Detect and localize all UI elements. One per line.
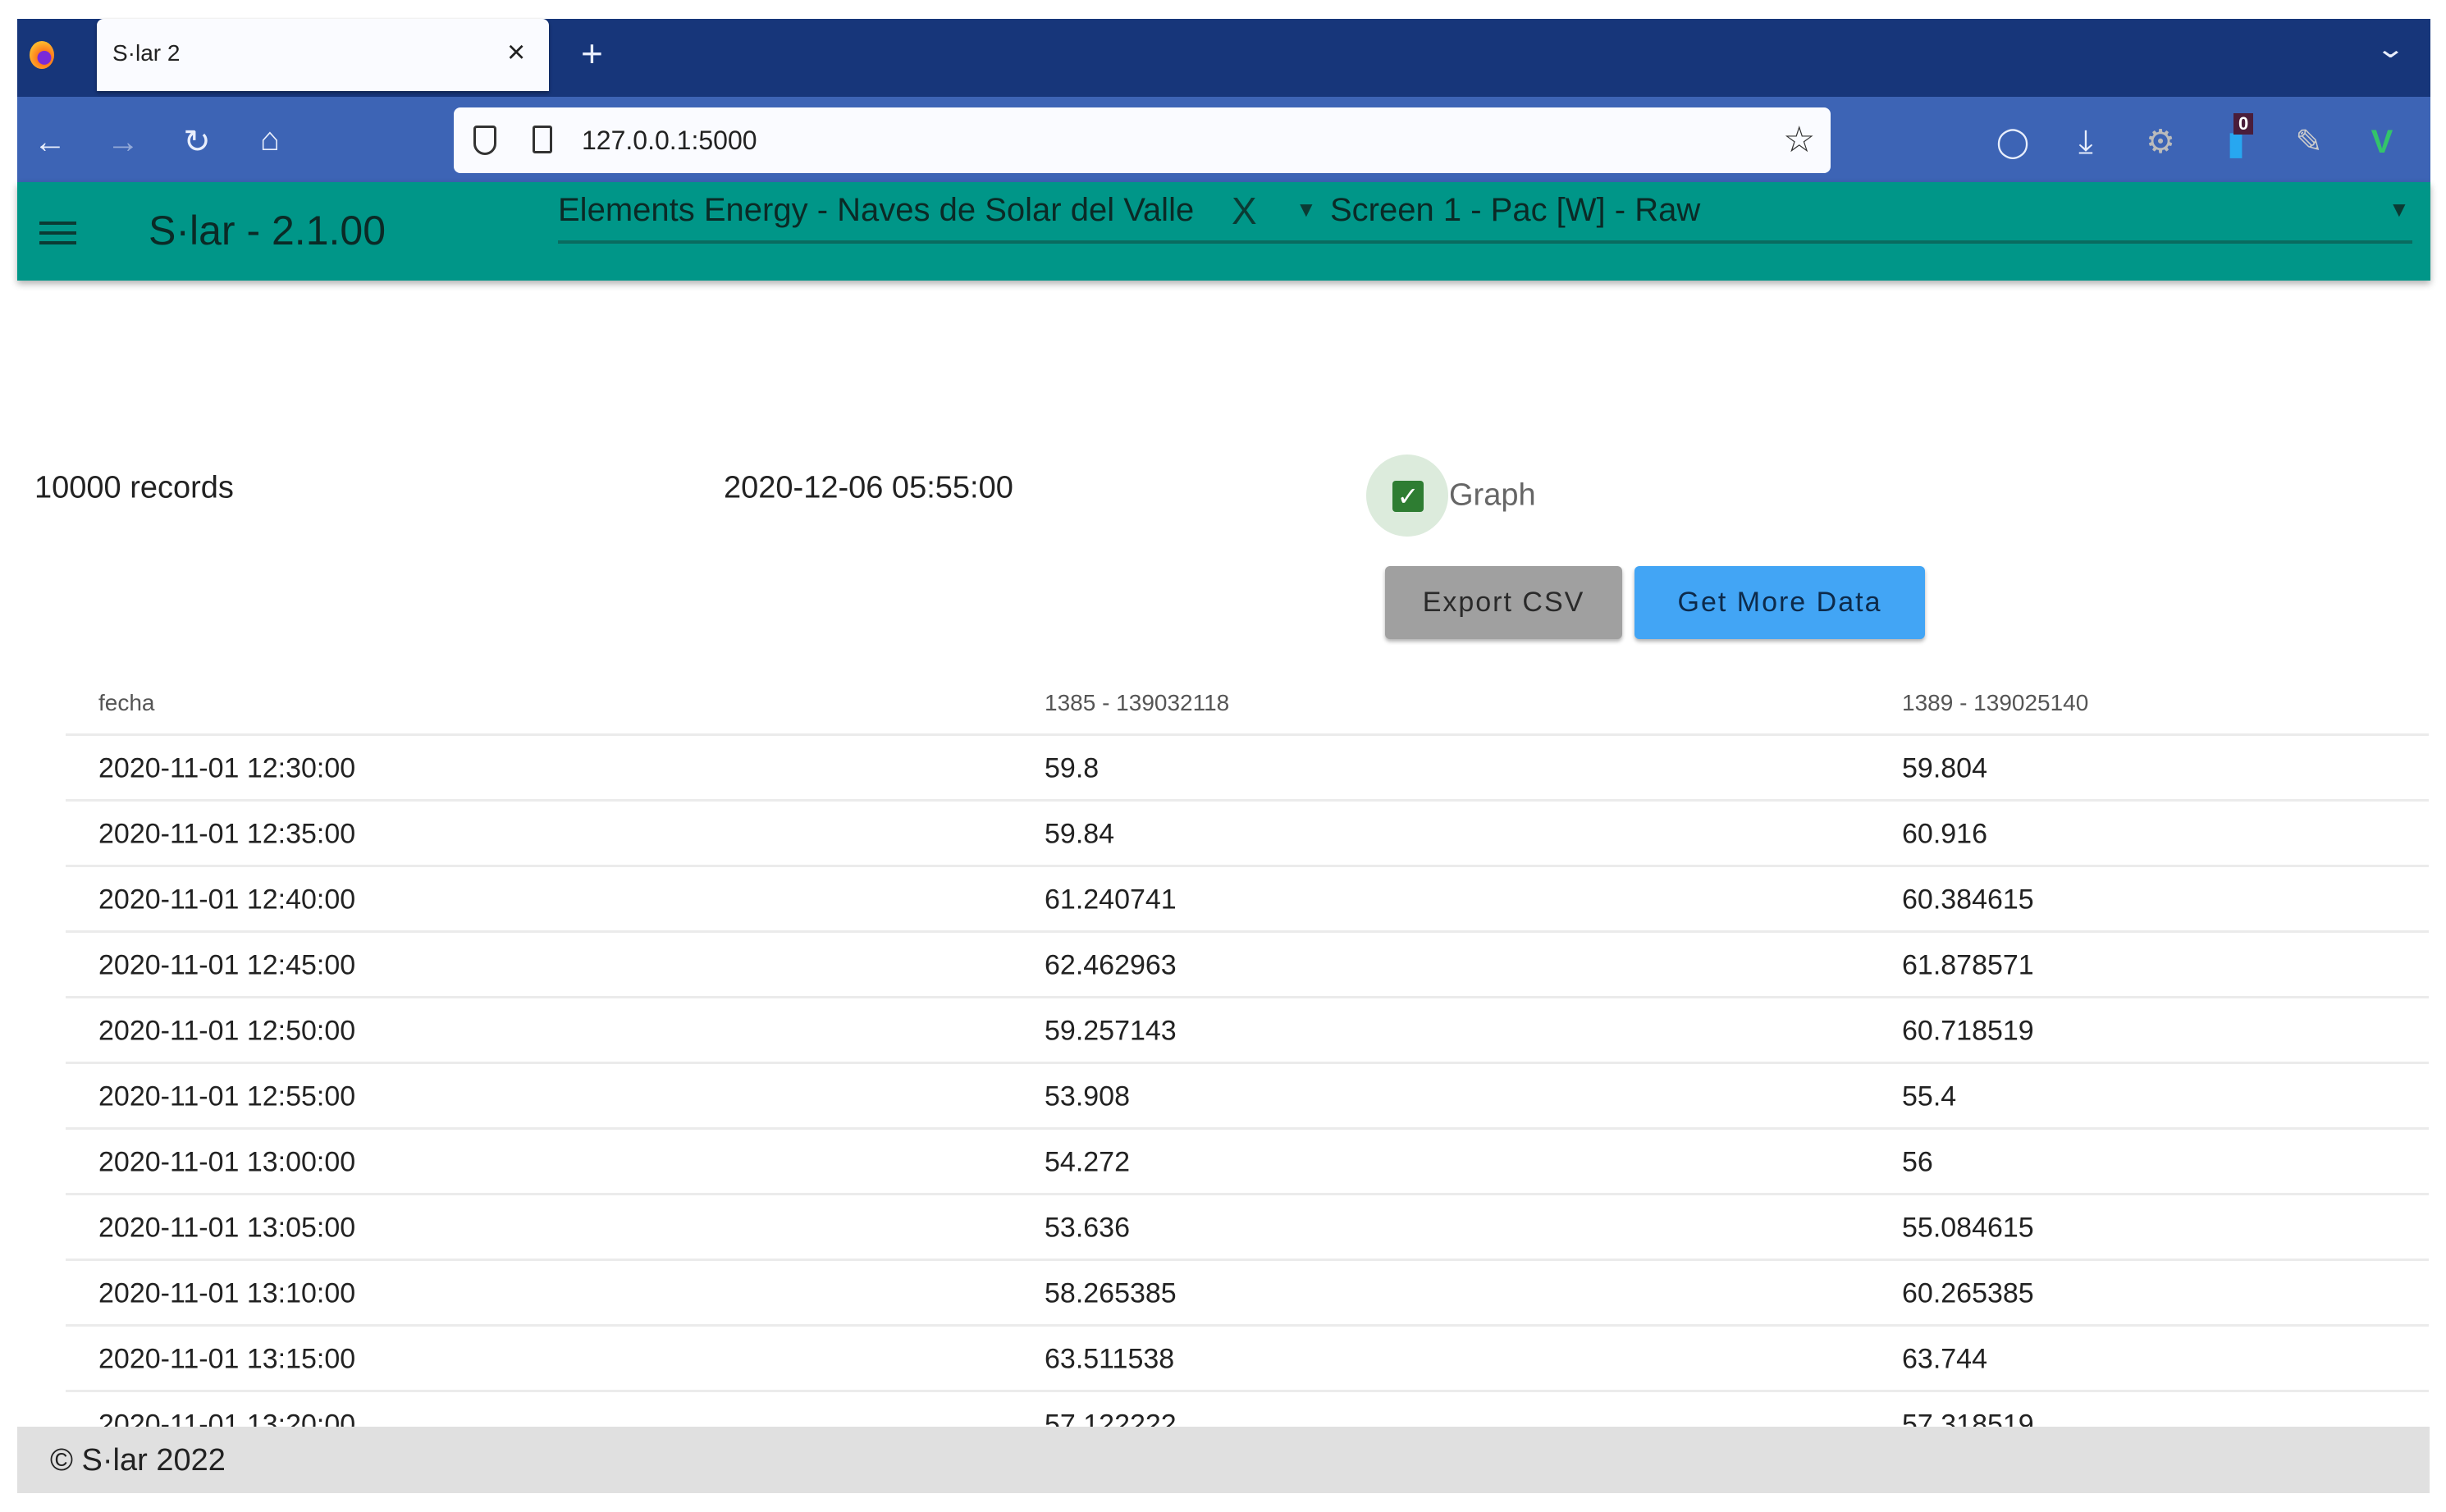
table-cell: 58.265385 [1045, 1277, 1177, 1309]
select-dropdown-caret-icon[interactable]: ▼ [2389, 197, 2410, 222]
table-cell: 60.718519 [1902, 1015, 2034, 1047]
table-cell: 2020-11-01 13:05:00 [98, 1212, 356, 1244]
table-cell: 2020-11-01 12:30:00 [98, 752, 356, 784]
eyedropper-icon[interactable]: ✎ [2295, 126, 2323, 158]
table-cell: 2020-11-01 13:15:00 [98, 1343, 356, 1375]
row-divider [66, 1062, 2429, 1064]
home-icon[interactable]: ⌂ [260, 123, 280, 156]
hamburger-menu-icon[interactable] [39, 222, 76, 244]
table-cell: 2020-11-01 13:00:00 [98, 1146, 356, 1178]
extension-badge: 0 [2233, 113, 2254, 135]
clear-selection-icon[interactable]: X [1232, 189, 1257, 233]
url-bar[interactable]: 127.0.0.1:5000 ☆ [454, 107, 1831, 173]
table-cell: 61.878571 [1902, 949, 2034, 981]
table-cell: 55.084615 [1902, 1212, 2034, 1244]
list-tabs-chevron-down-icon[interactable]: ⌄ [2375, 33, 2407, 64]
table-cell: 59.804 [1902, 752, 1987, 784]
footer: © S·lar 2022 [17, 1427, 2430, 1493]
row-divider [66, 1390, 2429, 1392]
reload-icon[interactable]: ↻ [183, 126, 211, 158]
browser-tab-active[interactable]: S·lar 2 × [97, 19, 549, 91]
table-cell: 2020-11-01 12:50:00 [98, 1015, 356, 1047]
page-icon[interactable] [533, 126, 552, 153]
table-cell: 2020-11-01 12:55:00 [98, 1080, 356, 1112]
table-cell: 2020-11-01 13:10:00 [98, 1277, 356, 1309]
table-cell: 63.744 [1902, 1343, 1987, 1375]
header-divider [66, 733, 2429, 736]
app-title: S·lar - 2.1.00 [149, 208, 386, 254]
table-cell: 61.240741 [1045, 884, 1177, 916]
table-cell: 60.384615 [1902, 884, 2034, 916]
table-cell: 59.8 [1045, 752, 1100, 784]
footer-copyright: © S·lar 2022 [50, 1443, 226, 1478]
vue-devtools-icon[interactable]: V [2371, 126, 2393, 158]
back-arrow-icon[interactable]: ← [34, 126, 66, 158]
app-header: S·lar - 2.1.00 Elements Energy - Naves d… [17, 182, 2430, 281]
screen-select-caret-icon[interactable]: ▼ [1296, 197, 1317, 222]
column-header[interactable]: fecha [98, 690, 155, 716]
url-text[interactable]: 127.0.0.1:5000 [582, 126, 757, 156]
forward-arrow-icon[interactable]: → [107, 126, 139, 158]
table-cell: 2020-11-01 12:45:00 [98, 949, 356, 981]
row-divider [66, 1127, 2429, 1130]
gear-extension-icon[interactable]: ⚙ [2146, 126, 2175, 158]
records-count: 10000 records [34, 470, 234, 505]
site-select-value[interactable]: Elements Energy - Naves de Solar del Val… [558, 192, 1194, 229]
table-cell: 2020-11-01 12:40:00 [98, 884, 356, 916]
get-more-data-button[interactable]: Get More Data [1634, 566, 1925, 639]
table-cell: 63.511538 [1045, 1343, 1175, 1375]
column-header[interactable]: 1389 - 139025140 [1902, 690, 2088, 716]
row-divider [66, 930, 2429, 933]
tab-title: S·lar 2 [112, 40, 181, 66]
table-cell: 53.636 [1045, 1212, 1130, 1244]
row-divider [66, 1258, 2429, 1261]
row-divider [66, 865, 2429, 867]
graph-label[interactable]: Graph [1449, 478, 1536, 514]
row-divider [66, 996, 2429, 998]
table-cell: 55.4 [1902, 1080, 1957, 1112]
table-cell: 53.908 [1045, 1080, 1130, 1112]
firefox-logo-icon[interactable] [30, 41, 54, 69]
table-cell: 56 [1902, 1146, 1933, 1178]
export-csv-button[interactable]: Export CSV [1385, 566, 1622, 639]
table-cell: 54.272 [1045, 1146, 1130, 1178]
table-cell: 60.265385 [1902, 1277, 2034, 1309]
table-cell: 59.84 [1045, 818, 1115, 850]
bookmark-star-icon[interactable]: ☆ [1783, 119, 1815, 161]
shield-icon[interactable] [473, 126, 496, 155]
new-tab-button[interactable]: + [581, 31, 603, 75]
row-divider [66, 1193, 2429, 1195]
tab-close-icon[interactable]: × [507, 35, 525, 71]
checkmark-icon: ✓ [1392, 481, 1424, 512]
column-header[interactable]: 1385 - 139032118 [1045, 690, 1229, 716]
table-cell: 60.916 [1902, 818, 1987, 850]
graph-checkbox[interactable]: ✓ [1366, 455, 1448, 537]
row-divider [66, 1324, 2429, 1327]
last-date: 2020-12-06 05:55:00 [724, 470, 1013, 505]
table-cell: 62.462963 [1045, 949, 1177, 981]
row-divider [66, 799, 2429, 802]
table-cell: 2020-11-01 12:35:00 [98, 818, 356, 850]
pocket-icon[interactable]: ◯ [1996, 126, 2029, 158]
download-icon[interactable]: ⤓ [2078, 126, 2093, 158]
table-cell: 59.257143 [1045, 1015, 1177, 1047]
screen-select-value[interactable]: Screen 1 - Pac [W] - Raw [1330, 192, 1700, 229]
